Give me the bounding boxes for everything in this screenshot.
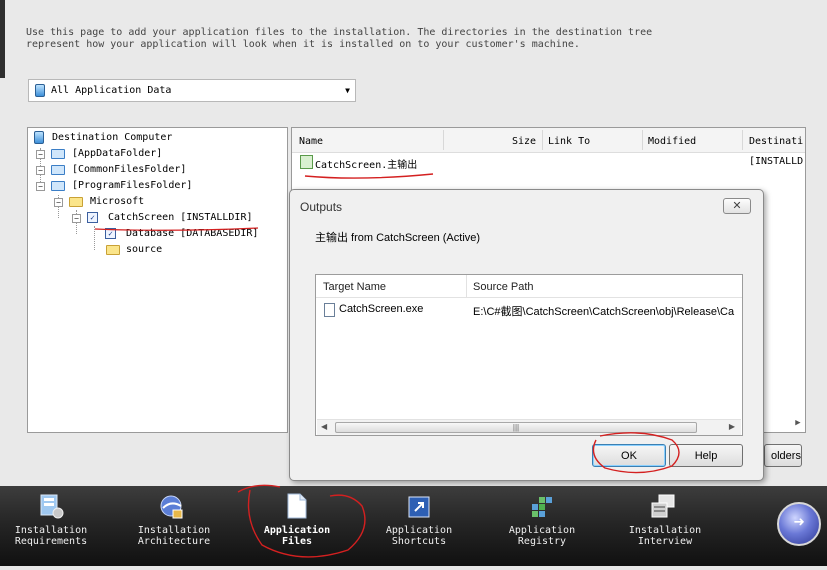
- scroll-right-icon[interactable]: ▶: [790, 414, 805, 432]
- horizontal-scrollbar[interactable]: ◀ ||| ▶: [317, 419, 741, 435]
- tree-node-database[interactable]: ✓ Database [DATABASEDIR]: [90, 226, 270, 241]
- help-button[interactable]: Help: [669, 444, 743, 467]
- architecture-icon: [160, 495, 183, 519]
- dialog-title: Outputs: [300, 200, 343, 214]
- tree-node-label: CatchScreen [INSTALLDIR]: [108, 212, 253, 223]
- folder-icon: [51, 165, 65, 175]
- nav-item-label: Application Shortcuts: [385, 525, 453, 547]
- collapse-icon[interactable]: −: [36, 150, 45, 159]
- ok-button[interactable]: OK: [592, 444, 666, 467]
- nav-item-application-files[interactable]: Application Files: [242, 486, 352, 566]
- folder-icon: [106, 245, 120, 255]
- nav-item-label: Application Files: [263, 525, 331, 547]
- nav-item-application-shortcuts[interactable]: Application Shortcuts: [364, 486, 474, 566]
- tree-node-label: Destination Computer: [52, 132, 173, 143]
- registry-icon: [532, 497, 552, 517]
- column-header-modified[interactable]: Modified: [648, 136, 696, 147]
- output-target-name: CatchScreen.exe: [339, 303, 424, 315]
- column-separator: [642, 130, 643, 150]
- column-separator: [742, 130, 743, 150]
- nav-item-label: Installation Architecture: [137, 525, 211, 547]
- scroll-left-icon[interactable]: ◀: [321, 422, 327, 431]
- file-destination: [INSTALLD: [749, 156, 804, 167]
- nav-item-installation-architecture[interactable]: Installation Architecture: [119, 486, 229, 566]
- column-header-link-to[interactable]: Link To: [548, 136, 590, 147]
- scroll-right-icon[interactable]: ▶: [729, 422, 735, 431]
- checked-folder-icon: ✓: [105, 228, 116, 239]
- files-list-header: Name Size Link To Modified Destinati: [292, 128, 805, 153]
- collapse-icon[interactable]: −: [72, 214, 81, 223]
- file-icon: [324, 303, 335, 317]
- left-edge-strip: [0, 0, 5, 78]
- folder-icon: [51, 149, 65, 159]
- tree-node-label: source: [126, 244, 163, 255]
- folder-icon: [51, 181, 65, 191]
- collapse-icon[interactable]: −: [36, 166, 45, 175]
- column-separator: [443, 130, 444, 150]
- nav-item-application-registry[interactable]: Application Registry: [487, 486, 597, 566]
- tree-node-label: Microsoft: [90, 196, 145, 207]
- tree-node-label: [ProgramFilesFolder]: [72, 180, 193, 191]
- tree-node-source[interactable]: source: [90, 242, 270, 257]
- nav-item-label: Installation Interview: [628, 525, 702, 547]
- dialog-subtitle: 主输出 from CatchScreen (Active): [315, 232, 481, 244]
- tree-node-label: [CommonFilesFolder]: [72, 164, 187, 175]
- data-view-dropdown[interactable]: All Application Data ▼: [28, 79, 356, 102]
- next-arrow-icon: ➜: [793, 512, 805, 533]
- add-folders-button[interactable]: olders: [764, 444, 802, 467]
- page-description: Use this page to add your application fi…: [26, 27, 786, 51]
- tree-node-programfilesfolder[interactable]: − [ProgramFilesFolder]: [36, 178, 276, 193]
- destination-tree[interactable]: Destination Computer − [AppDataFolder] −…: [27, 127, 288, 433]
- column-separator: [542, 130, 543, 150]
- dropdown-arrow-icon[interactable]: ▼: [345, 86, 350, 95]
- column-header-target-name[interactable]: Target Name: [323, 281, 386, 293]
- tree-node-label: Database [DATABASEDIR]: [126, 228, 259, 239]
- tree-node-appdatafolder[interactable]: − [AppDataFolder]: [36, 146, 276, 161]
- tree-node-label: [AppDataFolder]: [72, 148, 163, 159]
- outputs-list-header: Target Name Source Path: [316, 275, 742, 298]
- column-header-source-path[interactable]: Source Path: [473, 281, 534, 293]
- file-icon: [300, 155, 313, 169]
- nav-item-installation-requirements[interactable]: Installation Requirements: [0, 486, 106, 566]
- requirements-icon: [40, 494, 64, 519]
- column-header-size[interactable]: Size: [512, 136, 536, 147]
- checked-folder-icon: ✓: [87, 212, 98, 223]
- scrollbar-thumb[interactable]: |||: [335, 422, 697, 433]
- tree-node-commonfilesfolder[interactable]: − [CommonFilesFolder]: [36, 162, 276, 177]
- outputs-dialog: Outputs ✕ 主输出 from CatchScreen (Active) …: [289, 189, 764, 481]
- column-separator: [466, 275, 467, 297]
- next-button[interactable]: ➜: [777, 502, 821, 546]
- tree-node-microsoft[interactable]: − Microsoft: [54, 194, 274, 209]
- output-source-path: E:\C#截图\CatchScreen\CatchScreen\obj\Rele…: [473, 306, 735, 318]
- folder-icon: [69, 197, 83, 207]
- nav-item-label: Installation Requirements: [14, 525, 88, 547]
- outputs-list[interactable]: Target Name Source Path CatchScreen.exe …: [315, 274, 743, 436]
- collapse-icon[interactable]: −: [54, 198, 63, 207]
- shortcut-icon: [408, 496, 430, 518]
- bottom-edge-strip: [0, 566, 827, 570]
- nav-item-installation-interview[interactable]: Installation Interview: [610, 486, 720, 566]
- description-line-1: Use this page to add your application fi…: [26, 27, 653, 38]
- nav-item-label: Application Registry: [508, 525, 576, 547]
- interview-icon: [651, 494, 675, 518]
- data-view-selected: All Application Data: [51, 85, 172, 96]
- close-icon[interactable]: ✕: [723, 198, 751, 214]
- description-line-2: represent how your application will look…: [26, 39, 580, 50]
- computer-icon: [35, 84, 45, 97]
- column-header-destination[interactable]: Destinati: [749, 136, 803, 147]
- file-name: CatchScreen.主输出: [315, 160, 418, 171]
- files-icon: [287, 493, 307, 519]
- tree-node-catchscreen[interactable]: − ✓ CatchScreen [INSTALLDIR]: [72, 210, 272, 225]
- computer-icon: [34, 131, 44, 144]
- collapse-icon[interactable]: −: [36, 182, 45, 191]
- wizard-navigation-bar: Installation Requirements Installation A…: [0, 486, 827, 566]
- column-header-name[interactable]: Name: [299, 136, 323, 147]
